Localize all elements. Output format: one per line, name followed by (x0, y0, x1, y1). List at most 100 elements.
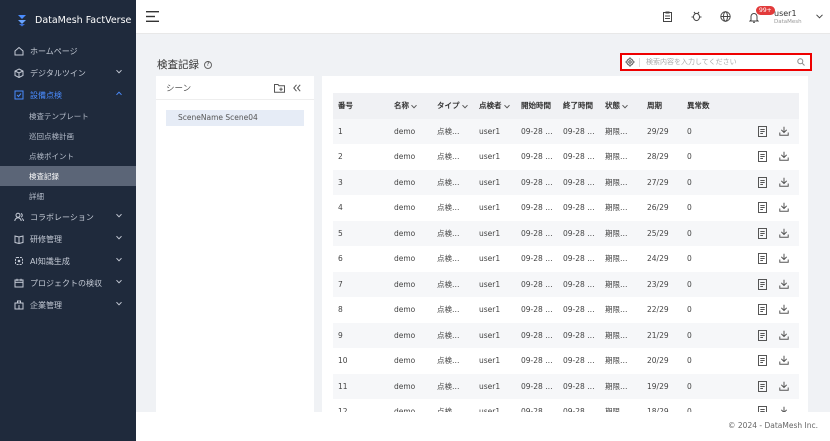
table-cell: demo (394, 177, 416, 187)
download-icon[interactable] (779, 330, 789, 340)
view-report-icon[interactable] (758, 380, 767, 392)
table-cell: 20/29 (647, 356, 669, 366)
table-cell: 期限… (605, 330, 628, 340)
table-cell: 09-28 … (563, 228, 595, 238)
download-icon[interactable] (779, 304, 789, 314)
view-report-icon[interactable] (758, 202, 767, 213)
users-icon (14, 212, 24, 222)
view-report-icon[interactable] (758, 227, 767, 239)
table-row[interactable]: 2 demo 点検… user1 09-28 … 09-28 … 期限… 28/29 0 (333, 144, 799, 170)
table-cell: user1 (479, 356, 501, 366)
table-cell: demo (394, 254, 416, 264)
filter-chevron-down-icon[interactable] (411, 104, 417, 109)
sidebar-subitem[interactable]: 詳細 (0, 186, 136, 206)
download-icon[interactable] (779, 202, 789, 212)
view-report-icon[interactable] (758, 278, 767, 290)
view-report-icon[interactable] (758, 253, 767, 264)
user-menu[interactable]: user1 DataMesh (774, 9, 802, 25)
table-row[interactable]: 6 demo 点検… user1 09-28 … 09-28 … 期限… 24/29 0 (333, 246, 799, 272)
sidebar-item-calendar[interactable]: プロジェクトの検収 (0, 272, 136, 294)
view-report-icon[interactable] (758, 329, 767, 341)
download-icon[interactable] (779, 228, 789, 238)
sidebar-subitem[interactable]: 点検ポイント (0, 146, 136, 166)
table-cell: 8 (338, 305, 343, 315)
user-menu-chevron-down-icon[interactable] (816, 14, 823, 19)
sidebar-item-building[interactable]: 企業管理 (0, 294, 136, 316)
column-header[interactable]: 状態 (605, 100, 628, 111)
view-report-icon[interactable] (758, 176, 767, 188)
sidebar-subitem[interactable]: 巡回点検計画 (0, 126, 136, 146)
table-cell: demo (394, 381, 416, 391)
table-cell: 26/29 (647, 203, 669, 213)
table-cell: 09-28 … (563, 254, 595, 264)
table-row[interactable]: 8 demo 点検… user1 09-28 … 09-28 … 期限… 22/29 0 (333, 297, 799, 323)
sidebar-item-users[interactable]: コラボレーション (0, 206, 136, 228)
column-header-label: 終了時間 (563, 101, 593, 111)
table-row[interactable]: 10 demo 点検… user1 09-28 … 09-28 … 期限… 20/29 0 (333, 348, 799, 374)
scene-list-item[interactable]: SceneName Scene04 (166, 110, 304, 126)
language-globe-icon[interactable] (720, 11, 731, 22)
menu-toggle-icon[interactable] (146, 11, 159, 22)
view-report-icon[interactable] (758, 151, 767, 162)
table-cell: 期限… (605, 152, 628, 162)
table-cell: user1 (479, 330, 501, 340)
table-row[interactable]: 4 demo 点検… user1 09-28 … 09-28 … 期限… 26/29 0 (333, 195, 799, 221)
sidebar-item-label: 設備点検 (30, 90, 62, 100)
search-separator (639, 58, 640, 67)
download-icon[interactable] (779, 126, 789, 136)
view-report-icon[interactable] (758, 304, 767, 315)
table-cell: 27/29 (647, 177, 669, 187)
table-row[interactable]: 7 demo 点検… user1 09-28 … 09-28 … 期限… 23/29 0 (333, 271, 799, 297)
table-cell: user1 (479, 254, 501, 264)
filter-chevron-down-icon[interactable] (503, 104, 510, 109)
table-cell: 09-28 … (521, 330, 553, 340)
sidebar-item-book[interactable]: 研修管理 (0, 228, 136, 250)
sidebar-item-cube[interactable]: デジタルツイン (0, 62, 136, 84)
download-icon[interactable] (779, 381, 789, 391)
download-icon[interactable] (779, 279, 789, 289)
column-header[interactable]: 名称 (394, 100, 417, 111)
sidebar: DataMesh FactVerse ホームページ デジタルツイン設備点検検査テン… (0, 0, 136, 441)
sidebar-item-home[interactable]: ホームページ (0, 40, 136, 62)
column-header[interactable]: タイプ (437, 100, 468, 111)
filter-chevron-down-icon[interactable] (622, 104, 628, 109)
download-icon[interactable] (779, 355, 789, 365)
user-name: user1 (774, 9, 797, 18)
chevron-down-icon (116, 279, 122, 284)
table-cell: 期限… (605, 381, 628, 391)
filter-chevron-down-icon[interactable] (461, 104, 468, 109)
help-icon[interactable]: ? (204, 60, 212, 69)
download-icon[interactable] (779, 177, 789, 187)
table-cell: 09-28 … (563, 152, 595, 162)
search-input[interactable] (646, 56, 794, 68)
table-cell: 09-28 … (521, 254, 553, 264)
view-report-icon[interactable] (758, 355, 767, 366)
download-icon[interactable] (779, 253, 789, 263)
download-icon[interactable] (779, 151, 789, 161)
table-cell: 09-28 … (563, 203, 595, 213)
app-logo[interactable]: DataMesh FactVerse (0, 0, 136, 40)
chevron-up-icon (116, 91, 122, 96)
add-folder-icon[interactable] (274, 83, 285, 93)
table-cell: 23/29 (647, 279, 669, 289)
sidebar-subitem[interactable]: 検査テンプレート (0, 106, 136, 126)
table-cell: 09-28 … (563, 330, 595, 340)
sidebar-item-ai[interactable]: AI知識生成 (0, 250, 136, 272)
view-report-icon[interactable] (758, 125, 767, 137)
bug-icon[interactable] (691, 11, 702, 22)
table-cell: 09-28 … (521, 305, 553, 315)
column-header[interactable]: 点検者 (479, 100, 510, 111)
table-cell: demo (394, 330, 416, 340)
table-row[interactable]: 9 demo 点検… user1 09-28 … 09-28 … 期限… 21/29 0 (333, 322, 799, 348)
task-list-icon[interactable] (663, 11, 672, 22)
sidebar-subitem[interactable]: 検査記録 (0, 166, 136, 186)
search-icon[interactable] (797, 58, 805, 66)
table-row[interactable]: 5 demo 点検… user1 09-28 … 09-28 … 期限… 25/29 0 (333, 220, 799, 246)
chevron-down-icon (116, 301, 122, 306)
collapse-panel-icon[interactable] (293, 84, 301, 92)
search-settings-gear-icon[interactable] (625, 57, 635, 67)
table-row[interactable]: 3 demo 点検… user1 09-28 … 09-28 … 期限… 27/29 0 (333, 169, 799, 195)
sidebar-item-inspection[interactable]: 設備点検 (0, 84, 136, 106)
table-row[interactable]: 1 demo 点検… user1 09-28 … 09-28 … 期限… 29/29 0 (333, 118, 799, 144)
table-row[interactable]: 11 demo 点検… user1 09-28 … 09-28 … 期限… 19/29 0 (333, 373, 799, 399)
